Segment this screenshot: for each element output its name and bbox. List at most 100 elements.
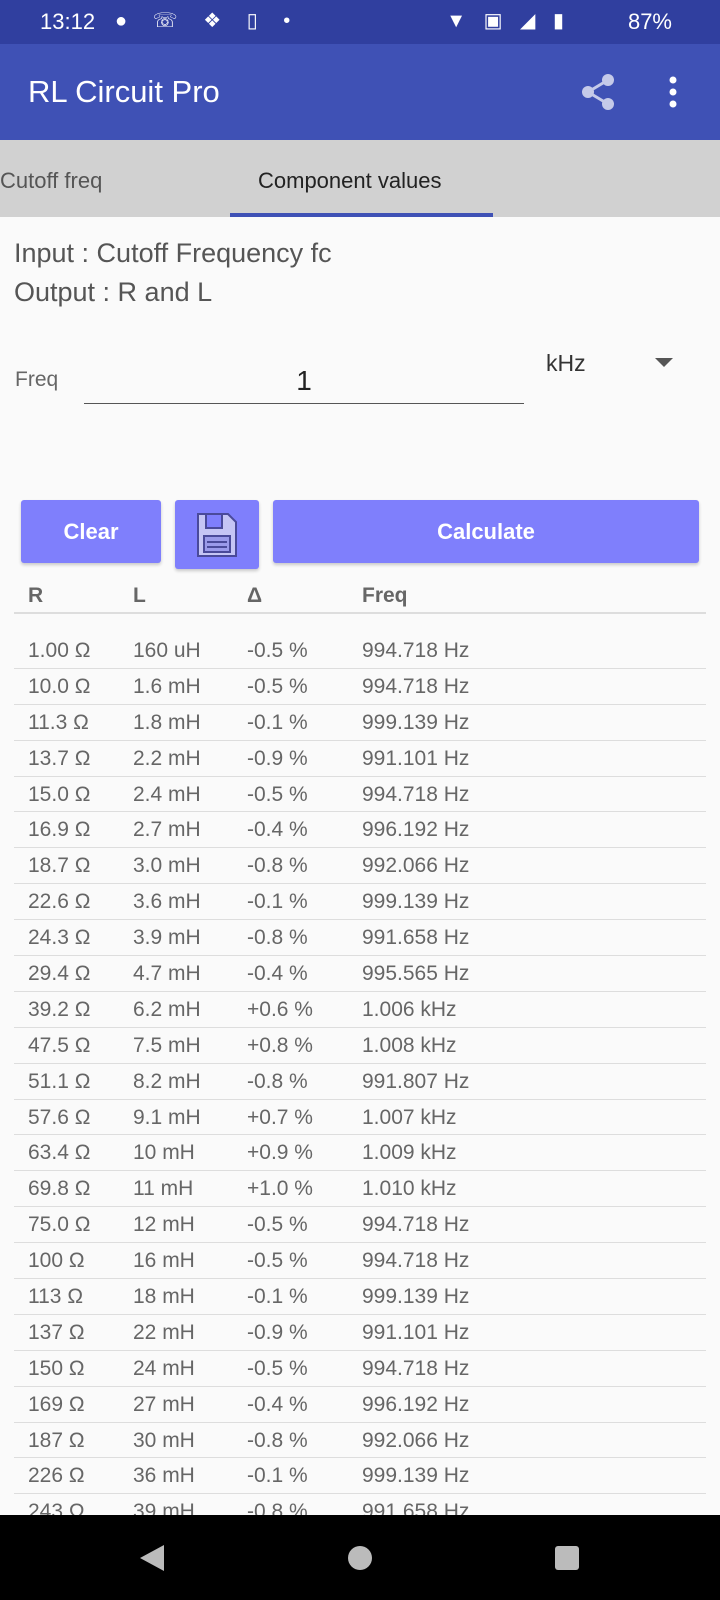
save-button[interactable] [175,500,259,569]
table-row[interactable]: 187 Ω 30 mH -0.8 % 992.066 Hz [14,1423,706,1459]
table-row[interactable]: 113 Ω 18 mH -0.1 % 999.139 Hz [14,1279,706,1315]
table-row[interactable]: 13.7 Ω 2.2 mH -0.9 % 991.101 Hz [14,741,706,777]
delta-value: -0.1 % [247,1464,308,1488]
l-value: 7.5 mH [133,1033,201,1057]
table-row[interactable]: 47.5 Ω 7.5 mH +0.8 % 1.008 kHz [14,1028,706,1064]
more-vert-icon[interactable] [666,74,680,114]
r-value: 1.00 Ω [28,639,91,662]
freq-input[interactable] [84,358,524,404]
delta-value: -0.1 % [247,1285,308,1309]
r-value: 29.4 Ω [28,962,91,986]
dropdown-arrow-icon[interactable] [655,358,673,367]
status-bar: 13:12 ● ☏ ❖ ▯ • ▼ ▣ ◢ ▮ 87% [0,0,720,44]
r-value: 16.9 Ω [28,818,91,842]
r-value: 150 Ω [28,1356,85,1380]
freq-value: 994.718 Hz [362,1213,470,1237]
l-value: 1.8 mH [133,710,201,734]
delta-value: -0.5 % [247,1213,308,1237]
results-table[interactable]: 1.00 Ω 160 uH -0.5 % 994.718 Hz 10.0 Ω 1.6 mH… [14,633,706,1531]
tab-bar: Cutoff freq Component values [0,140,720,217]
clear-button[interactable]: Clear [21,500,161,563]
back-icon[interactable] [138,1543,166,1573]
r-value: 11.3 Ω [28,710,89,734]
freq-value: 996.192 Hz [362,1392,470,1416]
table-row[interactable]: 39.2 Ω 6.2 mH +0.6 % 1.006 kHz [14,992,706,1028]
delta-value: +1.0 % [247,1177,313,1201]
r-value: 137 Ω [28,1320,85,1344]
r-value: 13.7 Ω [28,746,91,770]
table-row[interactable]: 75.0 Ω 12 mH -0.5 % 994.718 Hz [14,1207,706,1244]
table-row[interactable]: 57.6 Ω 9.1 mH +0.7 % 1.007 kHz [14,1100,706,1136]
freq-value: 999.139 Hz [362,890,470,914]
table-row[interactable]: 150 Ω 24 mH -0.5 % 994.718 Hz [14,1351,706,1387]
l-value: 4.7 mH [133,962,201,986]
save-icon [197,512,237,557]
table-row[interactable]: 10.0 Ω 1.6 mH -0.5 % 994.718 Hz [14,669,706,705]
header-l: L [133,584,146,607]
tab-component-values[interactable]: Component values [258,168,441,194]
table-row[interactable]: 11.3 Ω 1.8 mH -0.1 % 999.139 Hz [14,705,706,741]
table-row[interactable]: 169 Ω 27 mH -0.4 % 996.192 Hz [14,1387,706,1423]
l-value: 16 mH [133,1249,195,1273]
l-value: 11 mH [133,1177,194,1201]
l-value: 1.6 mH [133,674,201,698]
header-freq: Freq [362,584,408,607]
battery-percent: 87% [627,9,672,34]
share-icon[interactable] [578,72,618,112]
r-value: 63.4 Ω [28,1141,91,1165]
table-row[interactable]: 24.3 Ω 3.9 mH -0.8 % 991.658 Hz [14,920,706,957]
freq-value: 999.139 Hz [362,1464,470,1488]
delta-value: -0.1 % [247,890,308,914]
tab-cutoff-freq[interactable]: Cutoff freq [0,168,102,194]
table-row[interactable]: 51.1 Ω 8.2 mH -0.8 % 991.807 Hz [14,1064,706,1100]
delta-value: -0.8 % [247,854,308,878]
calculate-button[interactable]: Calculate [273,500,699,563]
freq-value: 1.009 kHz [362,1141,457,1165]
delta-value: -0.9 % [247,746,308,770]
table-row[interactable]: 18.7 Ω 3.0 mH -0.8 % 992.066 Hz [14,848,706,885]
r-value: 226 Ω [28,1464,85,1488]
freq-value: 992.066 Hz [362,1428,470,1452]
table-row[interactable]: 29.4 Ω 4.7 mH -0.4 % 995.565 Hz [14,956,706,992]
table-row[interactable]: 69.8 Ω 11 mH +1.0 % 1.010 kHz [14,1171,706,1208]
table-row[interactable]: 1.00 Ω 160 uH -0.5 % 994.718 Hz [14,633,706,669]
l-value: 3.0 mH [133,854,201,878]
freq-value: 991.101 Hz [362,1320,470,1344]
table-row[interactable]: 22.6 Ω 3.6 mH -0.1 % 999.139 Hz [14,884,706,921]
table-row[interactable]: 226 Ω 36 mH -0.1 % 999.139 Hz [14,1458,706,1495]
r-value: 10.0 Ω [28,674,91,698]
recents-icon[interactable] [554,1545,580,1571]
l-value: 3.6 mH [133,890,201,914]
app-title: RL Circuit Pro [28,74,220,109]
input-description: Input : Cutoff Frequency fc [14,238,332,268]
freq-value: 991.101 Hz [362,746,470,770]
table-header: R L Δ Freq [14,584,706,614]
r-value: 69.8 Ω [28,1177,91,1201]
l-value: 9.1 mH [133,1105,201,1129]
l-value: 3.9 mH [133,926,201,950]
r-value: 51.1 Ω [28,1069,91,1093]
r-value: 47.5 Ω [28,1033,91,1057]
table-row[interactable]: 16.9 Ω 2.7 mH -0.4 % 996.192 Hz [14,812,706,849]
r-value: 39.2 Ω [28,997,91,1021]
unit-select[interactable]: kHz [546,350,586,377]
l-value: 36 mH [133,1464,195,1488]
freq-label: Freq [15,368,59,391]
freq-value: 994.718 Hz [362,782,470,806]
table-row[interactable]: 137 Ω 22 mH -0.9 % 991.101 Hz [14,1315,706,1351]
table-row[interactable]: 63.4 Ω 10 mH +0.9 % 1.009 kHz [14,1135,706,1172]
freq-value: 1.007 kHz [362,1105,457,1129]
freq-value: 999.139 Hz [362,1285,470,1309]
status-time: 13:12 [40,9,96,34]
table-row[interactable]: 100 Ω 16 mH -0.5 % 994.718 Hz [14,1243,706,1280]
freq-value: 995.565 Hz [362,962,470,986]
delta-value: -0.4 % [247,818,308,842]
freq-value: 992.066 Hz [362,854,470,878]
navigation-bar [0,1515,720,1600]
delta-value: -0.8 % [247,926,308,950]
delta-value: -0.1 % [247,710,308,734]
home-icon[interactable] [347,1545,373,1571]
l-value: 10 mH [133,1141,195,1165]
freq-value: 999.139 Hz [362,710,470,734]
table-row[interactable]: 15.0 Ω 2.4 mH -0.5 % 994.718 Hz [14,777,706,813]
